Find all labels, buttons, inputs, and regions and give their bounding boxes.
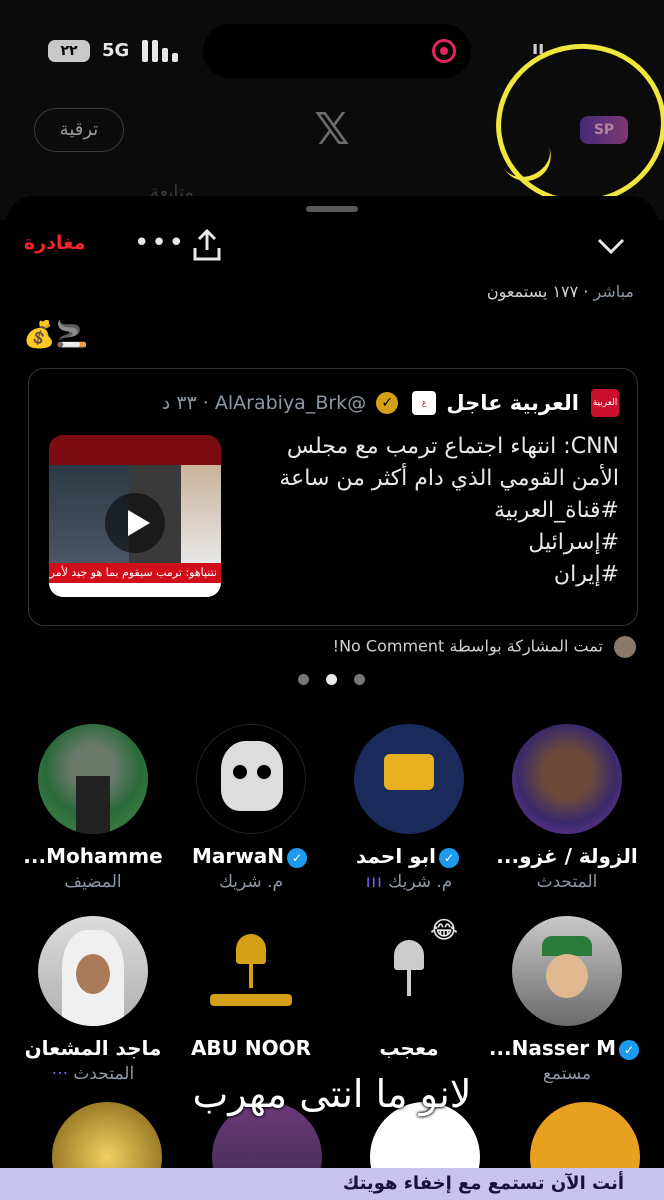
tweet-handle: @AlArabiya_Brk	[214, 392, 367, 414]
participant-role: م. شريك	[218, 872, 283, 892]
anonymous-listening-banner: أنت الآن تستمع مع إخفاء هويتك	[0, 1168, 664, 1200]
tweet-header: العربية العربية عاجل ع ✓ @AlArabiya_Brk …	[162, 389, 619, 417]
shared-by-text: تمت المشاركة بواسطة No Comment!	[332, 636, 603, 656]
participant[interactable]: 😂 معجب	[334, 916, 484, 1060]
network-label: 5G	[102, 40, 130, 61]
participant-avatar	[196, 724, 306, 834]
tweet-hashtag[interactable]: #إسرائيل	[259, 527, 619, 559]
space-emojis: 💰🚬	[23, 320, 88, 350]
participant-role: المضيف	[64, 872, 122, 892]
participant-name: ✓ابو احمد	[334, 844, 484, 868]
participant[interactable]: ✓ابو احمد م. شريك ııı	[334, 724, 484, 892]
video-ticker: نتنياهو: ترمب سيقوم بما هو جيد لأمريكا و…	[49, 563, 221, 583]
shared-by: تمت المشاركة بواسطة No Comment!	[333, 636, 636, 658]
participant-name: Mohamme...	[23, 844, 163, 868]
listeners-count: · ١٧٧ يستمعون	[486, 282, 589, 301]
tweet-line: CNN: انتهاء اجتماع ترمب مع مجلس	[286, 434, 619, 459]
laughing-emoji-icon: 😂	[430, 916, 459, 944]
tweet-author-name: العربية عاجل	[446, 391, 579, 415]
share-icon[interactable]	[192, 228, 222, 262]
participant-name: ماجد المشعان	[24, 1036, 162, 1060]
participant[interactable]: الزولة / غزو... المتحدث	[492, 724, 642, 892]
participant[interactable]: Mohamme... المضيف	[18, 724, 168, 892]
participant[interactable]: ABU NOOR	[176, 916, 326, 1060]
x-logo-icon: 𝕏	[314, 104, 350, 155]
tweet-line: الأمن القومي الذي دام أكثر من ساعة	[279, 466, 619, 491]
upgrade-button[interactable]: ترقية	[34, 108, 124, 152]
participant-avatar	[512, 724, 622, 834]
screen-record-icon	[432, 39, 456, 63]
participant-role: م. شريك ııı	[365, 872, 453, 892]
video-caption: لانو ما انتى مهرب	[192, 1072, 472, 1116]
tweet-text: CNN: انتهاء اجتماع ترمب مع مجلس الأمن ال…	[259, 431, 619, 591]
pinned-tweet-card[interactable]: العربية العربية عاجل ع ✓ @AlArabiya_Brk …	[28, 368, 638, 626]
chevron-down-icon[interactable]	[596, 234, 626, 258]
speaking-icon: ııı	[365, 872, 383, 892]
brand-badge-icon: ع	[412, 391, 437, 415]
live-label: مباشر	[593, 282, 634, 301]
battery-indicator: ٢٢	[48, 40, 90, 62]
dynamic-island	[203, 24, 471, 78]
signal-icon	[142, 40, 182, 62]
participant[interactable]: ✓Nasser M... مستمع	[489, 916, 642, 1084]
participant-name: ✓MarwaN	[176, 844, 326, 868]
tweet-hashtag[interactable]: #إيران	[259, 559, 619, 591]
participant-avatar	[354, 724, 464, 834]
participant-avatar	[38, 916, 148, 1026]
participant[interactable]: ماجد المشعان المتحدث ···	[18, 916, 168, 1084]
more-icon[interactable]: •••	[134, 230, 186, 256]
participant-name: معجب	[379, 1036, 439, 1060]
participant-name: ✓Nasser M...	[489, 1036, 642, 1060]
participant-avatar	[512, 916, 622, 1026]
tweet-avatar: العربية	[591, 389, 619, 417]
participant-avatar	[38, 724, 148, 834]
verified-icon: ✓	[286, 847, 307, 868]
verified-icon: ✓	[619, 1039, 639, 1060]
participant-name: ABU NOOR	[190, 1036, 312, 1060]
play-icon[interactable]	[105, 493, 165, 553]
participant[interactable]: ✓MarwaN م. شريك	[176, 724, 326, 892]
drag-handle[interactable]	[306, 206, 358, 212]
sharer-avatar	[614, 636, 636, 658]
tweet-video-thumbnail[interactable]: نتنياهو: ترمب سيقوم بما هو جيد لأمريكا و…	[49, 435, 221, 597]
tweet-time: · ٣٣ د	[161, 392, 209, 414]
leave-button[interactable]: مغادرة	[24, 232, 86, 254]
participant-avatar	[196, 916, 306, 1026]
tweet-hashtag[interactable]: #قناة_العربية	[259, 495, 619, 527]
verified-icon: ✓	[439, 847, 460, 868]
screen: ٢٢ 5G ıı ترقية 𝕏 SP متابعة ••• مغادرة مب…	[0, 0, 664, 1200]
space-meta: مباشر · ١٧٧ يستمعون	[487, 282, 634, 301]
participant-name: الزولة / غزو...	[496, 844, 638, 868]
gold-verified-icon: ✓	[376, 392, 399, 414]
carousel-dots[interactable]	[298, 674, 368, 688]
participant-role: المتحدث	[536, 872, 598, 892]
